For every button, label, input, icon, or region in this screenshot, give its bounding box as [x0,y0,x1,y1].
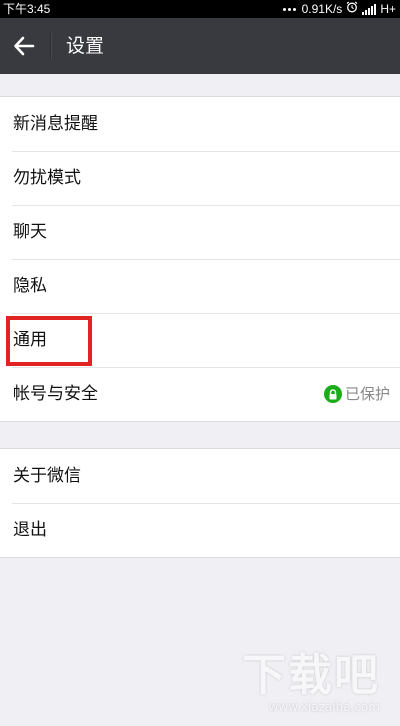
menu-item-label: 帐号与安全 [13,384,98,404]
protection-status: 已保护 [323,367,390,421]
menu-item-label: 勿扰模式 [13,168,81,188]
settings-group-main: 新消息提醒 勿扰模式 聊天 隐私 通用 帐号与安全 已保护 [0,96,400,422]
highlight-annotation [6,316,92,366]
watermark-mark: 下载吧 [242,650,380,701]
watermark-url: www.xiazaiba.com [268,700,380,714]
network-speed: 0.91K/s [301,2,343,16]
watermark-logo: 下载吧 www.xiazaiba.com [242,650,380,715]
menu-item-do-not-disturb[interactable]: 勿扰模式 [0,151,400,205]
menu-item-label: 关于微信 [13,466,81,486]
menu-item-label: 退出 [13,520,47,540]
header-divider [50,33,51,59]
menu-item-privacy[interactable]: 隐私 [0,259,400,313]
back-button[interactable] [8,32,40,60]
menu-item-label: 新消息提醒 [13,114,98,134]
settings-group-secondary: 关于微信 退出 [0,448,400,558]
menu-item-new-message-alert[interactable]: 新消息提醒 [0,97,400,151]
protection-status-label: 已保护 [344,385,390,403]
signal-bars-icon [362,3,377,15]
alarm-clock-icon [346,0,358,18]
menu-item-label: 隐私 [13,276,47,296]
network-type: H+ [380,2,396,16]
lock-icon [323,385,342,403]
status-bar: 下午3:45 0.91K/s H+ [0,0,400,18]
menu-item-label: 聊天 [13,222,47,242]
app-header: 设置 [0,18,400,74]
menu-item-about-wechat[interactable]: 关于微信 [0,449,400,503]
notification-dots-icon [282,7,296,11]
menu-item-chat[interactable]: 聊天 [0,205,400,259]
arrow-left-icon [14,36,35,56]
menu-item-account-security[interactable]: 帐号与安全 已保护 [0,367,400,421]
status-indicators: 0.91K/s H+ [282,0,396,18]
page-title: 设置 [66,35,105,57]
status-time: 下午3:45 [3,2,51,16]
menu-item-logout[interactable]: 退出 [0,503,400,557]
